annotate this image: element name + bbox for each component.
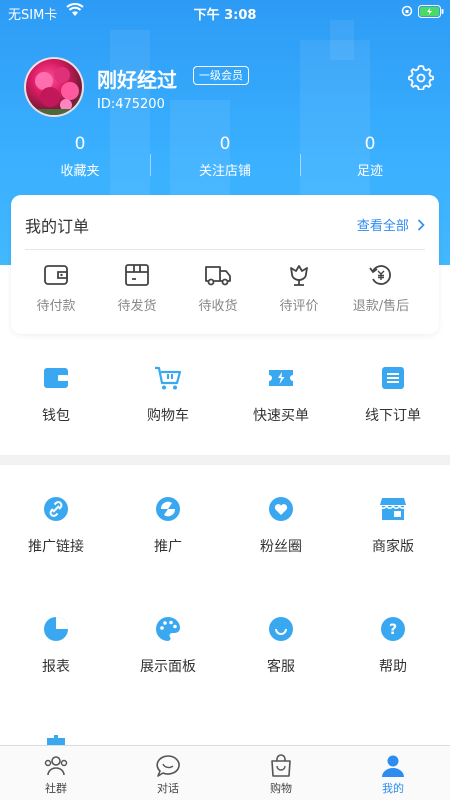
- tab-label: 社群: [45, 782, 67, 795]
- chat-icon: [156, 755, 180, 777]
- quick-pay-button[interactable]: 快速买单: [225, 365, 337, 425]
- truck-icon: [205, 266, 231, 286]
- stat-favorites[interactable]: 0 收藏夹: [5, 134, 155, 179]
- section-divider: [0, 455, 450, 465]
- pie-chart-icon: [44, 617, 68, 641]
- divider: [25, 249, 425, 250]
- customer-service-button[interactable]: 客服: [225, 616, 337, 676]
- promo-link-button[interactable]: 推广链接: [0, 496, 112, 556]
- order-pending-shipment[interactable]: 待发货: [97, 263, 177, 314]
- orders-title: 我的订单: [25, 217, 90, 236]
- order-item-label: 退款/售后: [352, 299, 410, 314]
- svg-text:?: ?: [389, 622, 397, 638]
- status-bar: 无SIM卡 下午 3:08: [0, 0, 450, 24]
- rotation-lock-icon: [401, 5, 413, 17]
- service-label: 客服: [267, 659, 295, 675]
- stat-value: 0: [74, 134, 86, 154]
- heart-icon: [269, 497, 293, 521]
- stat-followed-stores[interactable]: 0 关注店铺: [150, 134, 300, 179]
- service-label: 商家版: [372, 539, 414, 555]
- user-icon: [382, 755, 404, 777]
- settings-gear-icon[interactable]: [408, 64, 434, 90]
- fan-circle-button[interactable]: 粉丝圈: [225, 496, 337, 556]
- promote-button[interactable]: 推广: [112, 496, 224, 556]
- user-id: ID:475200: [97, 97, 165, 112]
- username: 刚好经过: [97, 68, 177, 92]
- order-pending-payment[interactable]: 待付款: [16, 263, 96, 314]
- avatar[interactable]: [24, 57, 84, 117]
- my-orders-card: 我的订单 查看全部 待付款 待发货 待收货 待评价 退款/售后: [11, 195, 439, 334]
- action-label: 线下订单: [365, 408, 421, 424]
- stat-label: 关注店铺: [198, 164, 251, 179]
- refund-icon: [369, 265, 391, 285]
- list-icon: [382, 367, 404, 389]
- background-building: [330, 20, 354, 60]
- order-item-label: 待评价: [279, 299, 319, 314]
- avatar-image: [26, 67, 82, 115]
- action-label: 钱包: [42, 408, 70, 424]
- order-pending-review[interactable]: 待评价: [259, 263, 339, 314]
- action-label: 快速买单: [253, 408, 309, 424]
- battery-icon: [418, 5, 444, 18]
- tab-shopping[interactable]: 购物: [225, 754, 337, 796]
- box-icon: [125, 264, 149, 286]
- action-label: 购物车: [147, 408, 189, 424]
- service-label: 推广: [154, 539, 182, 555]
- wallet-button[interactable]: 钱包: [0, 365, 112, 425]
- order-item-label: 待收货: [198, 299, 238, 314]
- bottom-tab-bar: 社群 对话 购物 我的: [0, 745, 450, 800]
- stat-label: 收藏夹: [60, 164, 100, 179]
- community-icon: [44, 756, 68, 776]
- tab-label: 购物: [270, 782, 292, 795]
- stat-value: 0: [219, 134, 231, 154]
- offline-orders-button[interactable]: 线下订单: [337, 365, 449, 425]
- palette-icon: [156, 617, 180, 641]
- shopping-bag-icon: [271, 754, 291, 777]
- cart-icon: [155, 366, 182, 390]
- chat-smile-icon: [269, 617, 293, 641]
- member-level-badge: 一级会员: [193, 66, 249, 85]
- service-label: 帮助: [379, 659, 407, 675]
- stat-label: 足迹: [356, 164, 383, 179]
- service-label: 展示面板: [140, 659, 196, 675]
- tab-label: 我的: [382, 782, 404, 795]
- stat-value: 0: [364, 134, 376, 154]
- tab-chat[interactable]: 对话: [112, 754, 224, 796]
- shopping-cart-button[interactable]: 购物车: [112, 365, 224, 425]
- tab-mine[interactable]: 我的: [337, 754, 449, 796]
- wallet-icon: [44, 368, 68, 388]
- help-icon: ?: [381, 617, 405, 641]
- service-label: 粉丝圈: [260, 539, 302, 555]
- order-pending-receipt[interactable]: 待收货: [178, 263, 258, 314]
- display-panel-button[interactable]: 展示面板: [112, 616, 224, 676]
- store-icon: [379, 498, 407, 520]
- chevron-right-icon: [417, 219, 425, 231]
- service-label: 推广链接: [28, 539, 84, 555]
- tab-community[interactable]: 社群: [0, 754, 112, 796]
- link-icon: [44, 497, 68, 521]
- order-item-label: 待发货: [117, 299, 157, 314]
- stat-footprints[interactable]: 0 足迹: [295, 134, 445, 179]
- background-building: [300, 40, 370, 220]
- order-item-label: 待付款: [36, 299, 76, 314]
- view-all-label: 查看全部: [356, 219, 409, 234]
- help-button[interactable]: ? 帮助: [337, 616, 449, 676]
- service-label: 报表: [42, 659, 70, 675]
- ticket-icon: [269, 370, 293, 386]
- tab-label: 对话: [157, 782, 179, 795]
- view-all-orders-link[interactable]: 查看全部: [357, 215, 425, 234]
- flower-icon: [290, 265, 308, 286]
- wallet-icon: [44, 265, 68, 285]
- promote-icon: [156, 497, 180, 521]
- merchant-version-button[interactable]: 商家版: [337, 496, 449, 556]
- reports-button[interactable]: 报表: [0, 616, 112, 676]
- status-time: 下午 3:08: [193, 8, 257, 23]
- order-refund-aftersale[interactable]: 退款/售后: [341, 263, 421, 314]
